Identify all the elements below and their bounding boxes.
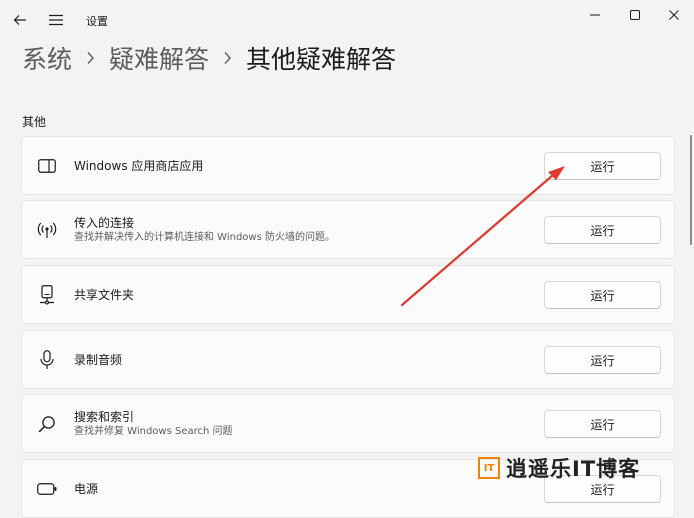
section-label-other: 其他 [22,115,47,129]
microphone-icon [36,349,58,371]
watermark-text: 逍遥乐IT博客 [506,457,641,481]
watermark-logo: IT [478,457,500,479]
run-button-search-indexing[interactable]: 运行 [544,410,661,438]
run-button-store-apps[interactable]: 运行 [544,152,661,180]
breadcrumb: 系统 疑难解答 其他疑难解答 [22,38,396,78]
maximize-icon [630,10,640,20]
run-button-incoming-connections[interactable]: 运行 [544,216,661,244]
troubleshooter-description: 查找并修复 Windows Search 问题 [74,425,233,437]
back-button[interactable] [6,6,34,34]
run-button-recording-audio[interactable]: 运行 [544,346,661,374]
troubleshooter-description: 查找并解决传入的计算机连接和 Windows 防火墙的问题。 [74,231,335,243]
troubleshooter-title: 传入的连接 [74,215,135,230]
navigation-menu-button[interactable] [42,6,70,34]
troubleshooter-card-shared-folders: 共享文件夹 运行 [21,265,675,324]
breadcrumb-item-system[interactable]: 系统 [22,40,72,76]
store-app-icon [36,155,58,177]
app-title: 设置 [86,15,108,28]
troubleshooter-title: 共享文件夹 [74,287,135,302]
troubleshooter-title: Windows 应用商店应用 [74,158,204,173]
troubleshooter-card-search-indexing: 搜索和索引 查找并修复 Windows Search 问题 运行 [21,394,675,453]
chevron-right-icon [86,51,95,65]
troubleshooter-title: 搜索和索引 [74,409,135,424]
hamburger-menu-icon [49,14,63,26]
back-arrow-icon [13,15,26,25]
troubleshooter-card-incoming-connections: 传入的连接 查找并解决传入的计算机连接和 Windows 防火墙的问题。 运行 [21,200,675,259]
troubleshooter-title: 电源 [74,481,99,496]
run-button-shared-folders[interactable]: 运行 [544,281,661,309]
battery-icon [36,478,58,500]
troubleshooter-card-store-apps: Windows 应用商店应用 运行 [21,136,675,195]
network-drive-icon [36,284,58,306]
page-title: 其他疑难解答 [246,45,397,74]
title-bar: 设置 [0,0,694,36]
minimize-icon [590,14,600,16]
troubleshooter-card-recording-audio: 录制音频 运行 [21,330,675,389]
troubleshooter-title: 录制音频 [74,352,123,367]
vertical-scrollbar[interactable] [690,135,692,245]
breadcrumb-item-troubleshoot[interactable]: 疑难解答 [109,40,209,76]
chevron-right-icon [223,51,232,65]
close-icon [669,10,679,20]
close-button[interactable] [651,0,694,30]
wireless-signal-icon [36,219,58,241]
search-icon [36,413,58,435]
watermark: IT 逍遥乐IT博客 [478,455,640,481]
